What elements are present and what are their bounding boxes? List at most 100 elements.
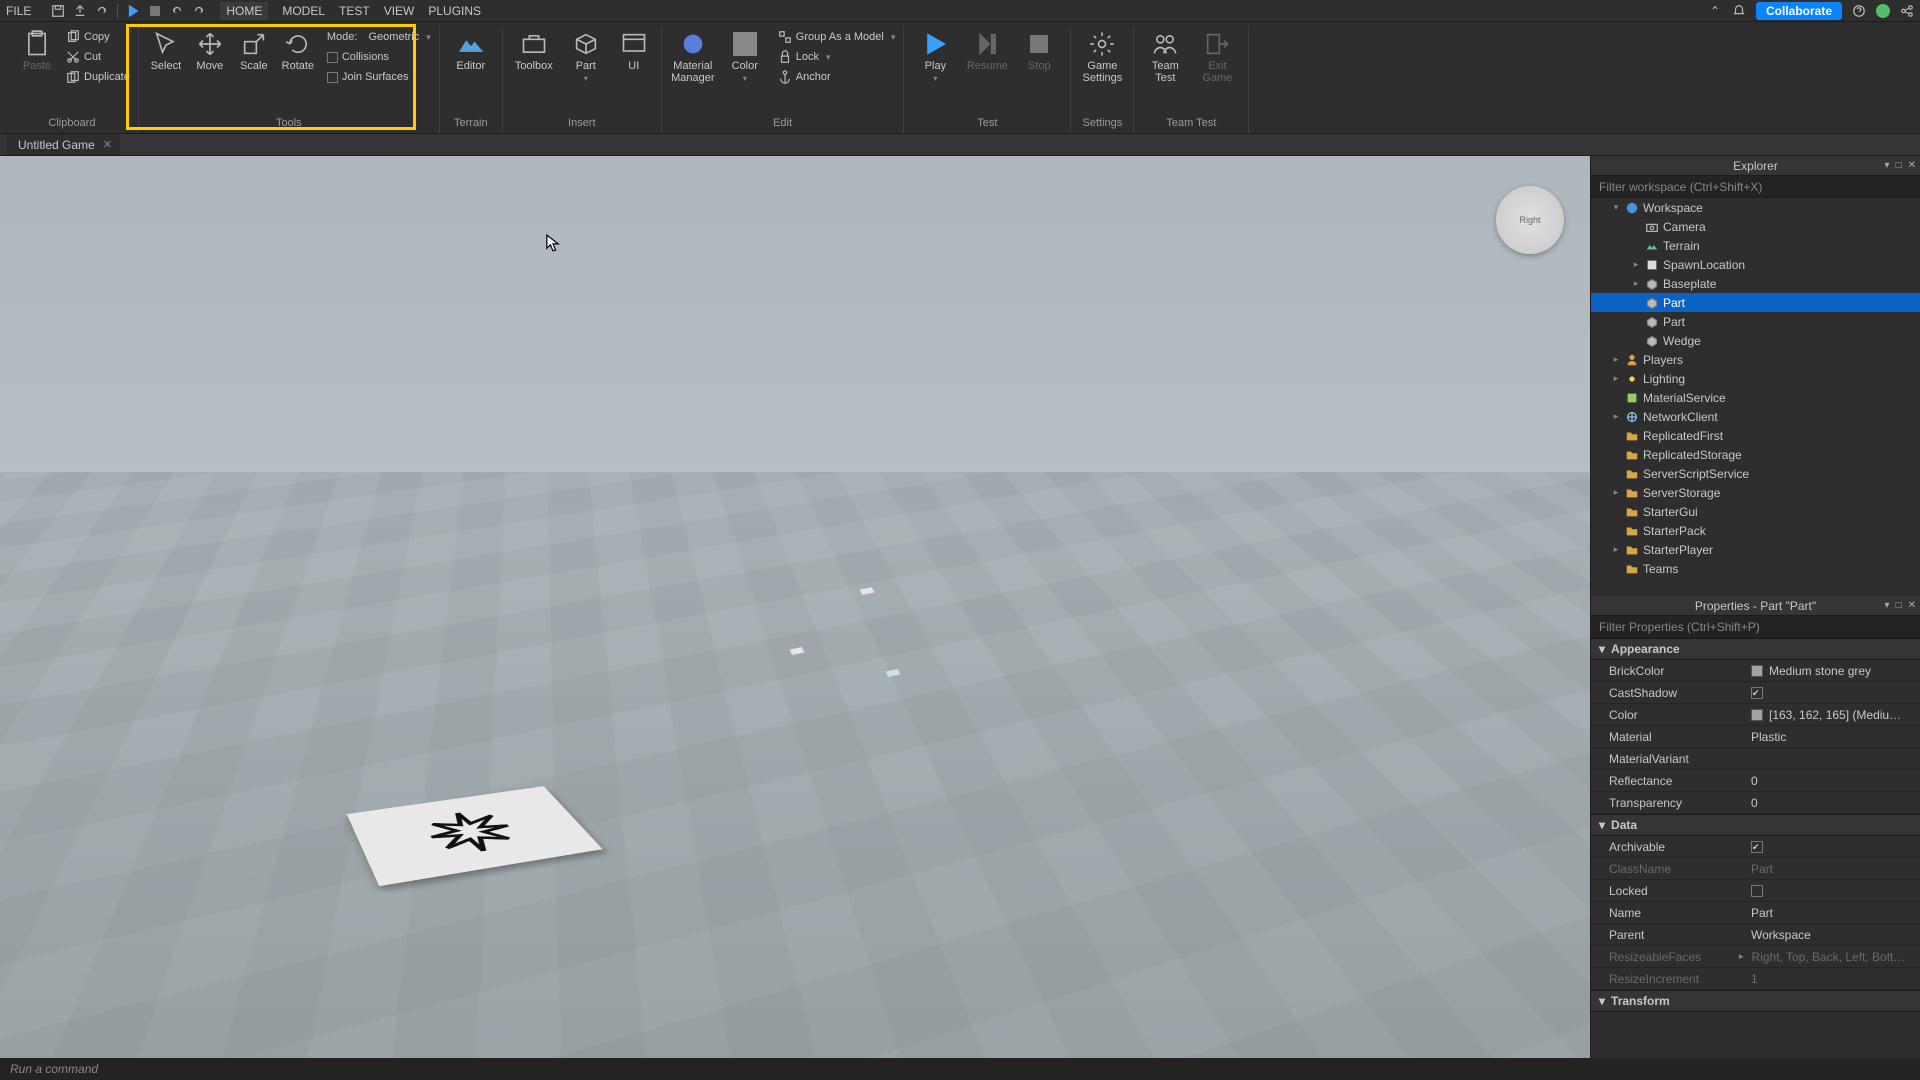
anchor-button[interactable]: Anchor <box>778 68 896 86</box>
account-icon[interactable] <box>1876 4 1890 18</box>
properties-filter-input[interactable]: Filter Properties (Ctrl+Shift+P) <box>1591 616 1920 638</box>
panel-dropdown-icon[interactable]: ▾ <box>1885 600 1890 611</box>
copy-button[interactable]: Copy <box>66 28 130 46</box>
tab-view[interactable]: VIEW <box>384 4 415 18</box>
redo-icon[interactable] <box>192 4 206 18</box>
game-settings-button[interactable]: GameSettings <box>1079 26 1125 84</box>
menu-file[interactable]: FILE <box>6 4 31 18</box>
select-tool[interactable]: Select <box>147 26 185 72</box>
ui-button[interactable]: UI <box>615 26 653 72</box>
tree-item-networkclient[interactable]: ▸NetworkClient <box>1591 407 1920 426</box>
prop-row-castshadow[interactable]: CastShadow <box>1591 682 1920 704</box>
expand-icon[interactable]: ▸ <box>1611 373 1621 384</box>
panel-maximize-icon[interactable]: □ <box>1896 600 1902 611</box>
expand-icon[interactable]: ▸ <box>1611 411 1621 422</box>
prop-row-resizeablefaces[interactable]: ResizeableFaces▸Right, Top, Back, Left, … <box>1591 946 1920 968</box>
exit-game-button[interactable]: ExitGame <box>1194 26 1240 84</box>
prop-row-transparency[interactable]: Transparency0 <box>1591 792 1920 814</box>
tree-item-starterpack[interactable]: StarterPack <box>1591 521 1920 540</box>
tree-item-camera[interactable]: Camera <box>1591 217 1920 236</box>
team-test-button[interactable]: TeamTest <box>1142 26 1188 84</box>
prop-section-data[interactable]: ▾Data <box>1591 814 1920 836</box>
tab-model[interactable]: MODEL <box>282 4 325 18</box>
prop-section-transform[interactable]: ▾Transform <box>1591 990 1920 1012</box>
tree-item-part[interactable]: Part <box>1591 293 1920 312</box>
tab-home[interactable]: HOME <box>220 2 268 20</box>
tree-item-part[interactable]: Part <box>1591 312 1920 331</box>
tree-item-replicatedfirst[interactable]: ReplicatedFirst <box>1591 426 1920 445</box>
panel-dropdown-icon[interactable]: ▾ <box>1885 160 1890 171</box>
chevron-right-icon[interactable]: ▸ <box>1739 951 1744 962</box>
tree-item-players[interactable]: ▸Players <box>1591 350 1920 369</box>
collisions-checkbox[interactable]: Collisions <box>327 48 431 66</box>
redo-small-icon[interactable] <box>95 4 109 18</box>
tree-item-spawnlocation[interactable]: ▸SpawnLocation <box>1591 255 1920 274</box>
tab-plugins[interactable]: PLUGINS <box>428 4 481 18</box>
join-surfaces-checkbox[interactable]: Join Surfaces <box>327 68 431 86</box>
command-bar[interactable]: Run a command <box>0 1058 1920 1080</box>
stop-small-icon[interactable] <box>148 4 162 18</box>
expand-icon[interactable]: ▸ <box>1611 354 1621 365</box>
tree-item-teams[interactable]: Teams <box>1591 559 1920 578</box>
expand-icon[interactable]: ▸ <box>1631 259 1641 270</box>
tab-test[interactable]: TEST <box>339 4 370 18</box>
prop-row-materialvariant[interactable]: MaterialVariant <box>1591 748 1920 770</box>
expand-icon[interactable]: ▸ <box>1631 278 1641 289</box>
stop-button[interactable]: Stop <box>1016 26 1062 72</box>
expand-icon[interactable]: ▾ <box>1611 202 1621 213</box>
tree-item-serverscriptservice[interactable]: ServerScriptService <box>1591 464 1920 483</box>
view-selector-gizmo[interactable]: Right <box>1496 186 1564 254</box>
toolbox-button[interactable]: Toolbox <box>511 26 557 72</box>
prop-row-classname[interactable]: ClassNamePart <box>1591 858 1920 880</box>
prop-row-name[interactable]: NamePart <box>1591 902 1920 924</box>
prop-row-locked[interactable]: Locked <box>1591 880 1920 902</box>
checkbox-icon[interactable] <box>1751 841 1763 853</box>
move-tool[interactable]: Move <box>191 26 229 72</box>
cut-button[interactable]: Cut <box>66 48 130 66</box>
panel-close-icon[interactable]: ✕ <box>1908 600 1916 611</box>
expand-icon[interactable]: ▸ <box>1611 487 1621 498</box>
resume-button[interactable]: Resume <box>964 26 1010 72</box>
tree-item-serverstorage[interactable]: ▸ServerStorage <box>1591 483 1920 502</box>
prop-row-archivable[interactable]: Archivable <box>1591 836 1920 858</box>
share-icon[interactable] <box>1900 4 1914 18</box>
terrain-editor-button[interactable]: Editor <box>448 26 494 72</box>
play-small-icon[interactable] <box>126 4 140 18</box>
prop-section-appearance[interactable]: ▾Appearance <box>1591 638 1920 660</box>
duplicate-button[interactable]: Duplicate <box>66 68 130 86</box>
save-icon[interactable] <box>51 4 65 18</box>
publish-icon[interactable] <box>73 4 87 18</box>
prop-row-brickcolor[interactable]: BrickColorMedium stone grey <box>1591 660 1920 682</box>
notifications-icon[interactable] <box>1732 4 1746 18</box>
tree-item-lighting[interactable]: ▸Lighting <box>1591 369 1920 388</box>
collaborate-button[interactable]: Collaborate <box>1756 2 1842 20</box>
panel-close-icon[interactable]: ✕ <box>1908 160 1916 171</box>
tree-item-baseplate[interactable]: ▸Baseplate <box>1591 274 1920 293</box>
tree-item-workspace[interactable]: ▾Workspace <box>1591 198 1920 217</box>
paste-button[interactable]: Paste <box>14 26 60 72</box>
undo-icon[interactable] <box>170 4 184 18</box>
explorer-filter-input[interactable]: Filter workspace (Ctrl+Shift+X) <box>1591 176 1920 198</box>
tree-item-materialservice[interactable]: MaterialService <box>1591 388 1920 407</box>
tree-item-starterplayer[interactable]: ▸StarterPlayer <box>1591 540 1920 559</box>
panel-maximize-icon[interactable]: □ <box>1896 160 1902 171</box>
part-button[interactable]: Part▾ <box>563 26 609 83</box>
help-icon[interactable] <box>1852 4 1866 18</box>
expand-icon[interactable]: ▸ <box>1611 544 1621 555</box>
mode-dropdown[interactable]: Mode: Geometric <box>327 28 431 46</box>
scale-tool[interactable]: Scale <box>235 26 273 72</box>
tree-item-replicatedstorage[interactable]: ReplicatedStorage <box>1591 445 1920 464</box>
document-tab[interactable]: Untitled Game ✕ <box>6 134 120 155</box>
close-tab-icon[interactable]: ✕ <box>103 138 112 151</box>
group-model-button[interactable]: Group As a Model <box>778 28 896 46</box>
tree-item-wedge[interactable]: Wedge <box>1591 331 1920 350</box>
prop-row-parent[interactable]: ParentWorkspace <box>1591 924 1920 946</box>
material-manager-button[interactable]: MaterialManager <box>670 26 716 84</box>
viewport-3d[interactable]: Right <box>0 156 1590 1058</box>
prop-row-resizeincrement[interactable]: ResizeIncrement1 <box>1591 968 1920 990</box>
play-button[interactable]: Play▾ <box>912 26 958 83</box>
color-button[interactable]: Color▾ <box>722 26 768 83</box>
checkbox-icon[interactable] <box>1751 885 1763 897</box>
prop-row-material[interactable]: MaterialPlastic <box>1591 726 1920 748</box>
prop-row-color[interactable]: Color[163, 162, 165] (Mediu… <box>1591 704 1920 726</box>
